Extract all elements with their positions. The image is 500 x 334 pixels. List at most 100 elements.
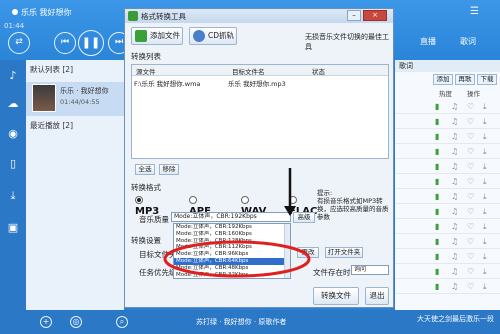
download-icon[interactable]: ⤓ [483, 222, 487, 232]
advanced-button[interactable]: 高级 [293, 212, 315, 223]
dropdown-scrollbar[interactable] [284, 224, 290, 278]
minimize-button[interactable]: – [347, 10, 361, 21]
heart-icon[interactable]: ♡ [467, 267, 474, 276]
heart-icon[interactable]: ♡ [467, 192, 474, 201]
quality-select[interactable]: Mode:立体声，CBR:192Kbps [171, 212, 291, 222]
list-item[interactable]: ▮ ♫ ♡ ⤓ [395, 220, 500, 234]
hot-icon: ▮ [435, 252, 440, 261]
hot-icon: ▮ [435, 267, 440, 276]
music-icon[interactable]: ♪ [5, 68, 21, 84]
list-item[interactable]: ▮ ♫ ♡ ⤓ [395, 280, 500, 294]
list-item[interactable]: ▮ ♫ ♡ ⤓ [395, 190, 500, 204]
tab-lyrics[interactable]: 歌词 [460, 36, 476, 47]
headphone-icon[interactable]: ♫ [451, 162, 458, 171]
recent-header[interactable]: 最近播放 [2] [30, 120, 73, 131]
download-icon[interactable]: ⤓ [483, 177, 487, 187]
exit-button[interactable]: 退出 [365, 287, 389, 305]
replay-button[interactable]: 再歌 [455, 74, 475, 85]
heart-icon[interactable]: ♡ [467, 177, 474, 186]
download-button[interactable]: 下载 [477, 74, 497, 85]
download-icon[interactable]: ⤓ [483, 162, 487, 172]
download-icon[interactable]: ⤓ [483, 237, 487, 247]
remove-button[interactable]: 移除 [159, 164, 179, 175]
heart-icon[interactable]: ♡ [467, 147, 474, 156]
add-button[interactable]: 添加 [433, 74, 453, 85]
tab-live[interactable]: 直播 [420, 36, 436, 47]
heart-icon[interactable]: ♡ [467, 207, 474, 216]
headphone-icon[interactable]: ♫ [451, 222, 458, 231]
change-button[interactable]: 更改 [297, 247, 319, 258]
headphone-icon[interactable]: ♫ [451, 207, 458, 216]
prev-button[interactable]: ⏮ [54, 32, 76, 54]
headphone-icon[interactable]: ♫ [451, 132, 458, 141]
exists-select[interactable]: 询问 [351, 265, 389, 275]
convert-button[interactable]: 转换文件 [313, 287, 359, 305]
download-icon[interactable]: ⤓ [483, 252, 487, 262]
list-item[interactable]: ▮ ♫ ♡ ⤓ [395, 160, 500, 174]
table-row[interactable]: F:\乐乐 我好想你.wma 乐乐 我好想你.mp3 [132, 77, 388, 88]
exists-label: 文件存在时 [313, 268, 351, 277]
broadcast-icon[interactable]: ◉ [5, 126, 21, 142]
list-item[interactable]: ▮ ♫ ♡ ⤓ [395, 115, 500, 129]
open-folder-button[interactable]: 打开文件夹 [325, 247, 363, 258]
list-item[interactable]: ▮ ♫ ♡ ⤓ [395, 100, 500, 114]
download-icon[interactable]: ⤓ [483, 117, 487, 127]
cloud-icon[interactable]: ☁ [5, 96, 21, 112]
headphone-icon[interactable]: ♫ [451, 192, 458, 201]
close-button[interactable]: × [363, 10, 387, 21]
mode-icon[interactable]: ⇄ [8, 32, 30, 54]
cd-grab-button[interactable]: CD抓轨 [189, 27, 237, 45]
locate-icon[interactable]: ◎ [70, 316, 82, 328]
add-file-button[interactable]: 添加文件 [131, 27, 183, 45]
list-item[interactable]: ▮ ♫ ♡ ⤓ [395, 235, 500, 249]
add-icon[interactable]: + [40, 316, 52, 328]
playlist-header[interactable]: 默认列表 [2] [30, 64, 73, 75]
phone-icon[interactable]: ▯ [5, 156, 21, 172]
download-icon[interactable]: ⤓ [5, 188, 21, 204]
download-icon[interactable]: ⤓ [483, 192, 487, 202]
heart-icon[interactable]: ♡ [467, 252, 474, 261]
headphone-icon[interactable]: ♫ [451, 147, 458, 156]
headphone-icon[interactable]: ♫ [451, 282, 458, 291]
heart-icon[interactable]: ♡ [467, 222, 474, 231]
headphone-icon[interactable]: ♫ [451, 237, 458, 246]
box-icon[interactable]: ▣ [5, 220, 21, 236]
list-item[interactable]: 乐乐 · 我好想你 01:44/04:55 [26, 82, 124, 116]
heart-icon[interactable]: ♡ [467, 162, 474, 171]
conversion-list[interactable]: 源文件 目标文件名 状态 F:\乐乐 我好想你.wma 乐乐 我好想你.mp3 [131, 64, 389, 159]
list-item[interactable]: ▮ ♫ ♡ ⤓ [395, 130, 500, 144]
hot-icon: ▮ [435, 237, 440, 246]
list-item[interactable]: ▮ ♫ ♡ ⤓ [395, 205, 500, 219]
now-playing-title: 乐乐 我好想你 [12, 7, 72, 18]
select-all-button[interactable]: 全选 [135, 164, 155, 175]
headphone-icon[interactable]: ♫ [451, 252, 458, 261]
heart-icon[interactable]: ♡ [467, 117, 474, 126]
headphone-icon[interactable]: ♫ [451, 117, 458, 126]
menu-icon[interactable]: ☰ [470, 6, 479, 17]
dropdown-option[interactable]: Mode:立体声，CBR:32Kbps [174, 272, 290, 279]
list-item[interactable]: ▮ ♫ ♡ ⤓ [395, 250, 500, 264]
download-icon[interactable]: ⤓ [483, 267, 487, 277]
list-item[interactable]: ▮ ♫ ♡ ⤓ [395, 265, 500, 279]
list-item[interactable]: ▮ ♫ ♡ ⤓ [395, 175, 500, 189]
list-item[interactable]: ▮ ♫ ♡ ⤓ [395, 145, 500, 159]
download-icon[interactable]: ⤓ [483, 132, 487, 142]
headphone-icon[interactable]: ♫ [451, 177, 458, 186]
download-icon[interactable]: ⤓ [483, 207, 487, 217]
heart-icon[interactable]: ♡ [467, 132, 474, 141]
search-icon[interactable]: ⌕ [116, 316, 128, 328]
headphone-icon[interactable]: ♫ [451, 102, 458, 111]
hot-icon: ▮ [435, 147, 440, 156]
hot-icon: ▮ [435, 162, 440, 171]
download-icon[interactable]: ⤓ [483, 147, 487, 157]
pause-button[interactable]: ❚❚ [78, 30, 104, 56]
heart-icon[interactable]: ♡ [467, 282, 474, 291]
quality-dropdown[interactable]: Mode:立体声，CBR:192Kbps Mode:立体声，CBR:160Kbps… [173, 223, 291, 279]
headphone-icon[interactable]: ♫ [451, 267, 458, 276]
heart-icon[interactable]: ♡ [467, 237, 474, 246]
heart-icon[interactable]: ♡ [467, 102, 474, 111]
dialog-titlebar: 格式转换工具 – × [125, 9, 393, 23]
download-icon[interactable]: ⤓ [483, 102, 487, 112]
hot-icon: ▮ [435, 117, 440, 126]
download-icon[interactable]: ⤓ [483, 282, 487, 292]
